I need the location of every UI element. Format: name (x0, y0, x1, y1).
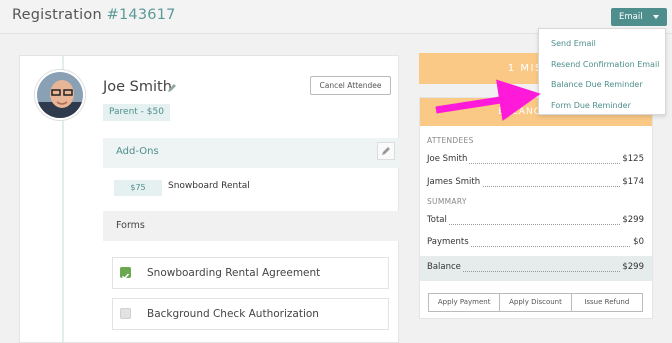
form-label: Background Check Authorization (147, 308, 319, 320)
attendee-line: Joe Smith $125 (427, 154, 644, 168)
cancel-attendee-button[interactable]: Cancel Attendee (310, 76, 391, 95)
email-dropdown-menu: Send Email Resend Confirmation Email Bal… (538, 28, 666, 115)
attendee-card: Joe Smith Parent - $50 Cancel Attendee A… (19, 55, 399, 343)
pencil-icon (382, 147, 390, 155)
line-label: James Smith (427, 177, 483, 187)
balance-row: Balance $299 (420, 256, 652, 281)
addons-title: Add-Ons (116, 146, 159, 157)
menu-item-send-email[interactable]: Send Email (539, 34, 665, 55)
form-item[interactable]: Background Check Authorization (112, 298, 389, 330)
attendee-line: James Smith $174 (427, 177, 644, 191)
page-title: Registration #143617 (12, 7, 176, 23)
ticket-badge: Parent - $50 (103, 104, 170, 121)
line-label: Total (427, 215, 449, 225)
attendee-name: Joe Smith (103, 79, 172, 95)
balance-panel: BALANCE DUE ATTENDEES Joe Smith $125 Jam… (419, 97, 653, 319)
balance-line: Balance $299 (427, 262, 644, 276)
line-value: $299 (620, 262, 644, 272)
pencil-icon[interactable] (167, 83, 177, 93)
edit-addons-button[interactable] (377, 142, 395, 160)
forms-title: Forms (116, 220, 145, 231)
avatar (35, 70, 85, 120)
menu-item-resend-confirmation[interactable]: Resend Confirmation Email (539, 55, 665, 76)
line-value: $0 (631, 237, 644, 247)
email-dropdown-button[interactable]: Email (611, 8, 667, 26)
form-item[interactable]: Snowboarding Rental Agreement (112, 257, 389, 289)
payments-line: Payments $0 (427, 237, 644, 251)
email-button-label: Email (619, 12, 643, 22)
menu-item-form-due-reminder[interactable]: Form Due Reminder (539, 96, 665, 117)
form-label: Snowboarding Rental Agreement (147, 267, 321, 279)
addons-section-header: Add-Ons (103, 138, 399, 168)
issue-refund-button[interactable]: Issue Refund (571, 293, 643, 312)
addon-name: Snowboard Rental (168, 181, 250, 191)
payment-actions: Apply Payment Apply Discount Issue Refun… (428, 293, 643, 312)
line-value: $299 (620, 215, 644, 225)
line-label: Payments (427, 237, 471, 247)
line-value: $125 (620, 154, 644, 164)
summary-heading: SUMMARY (427, 197, 467, 206)
line-label: Balance (427, 262, 463, 272)
check-icon (121, 273, 130, 280)
checkbox-unchecked[interactable] (120, 308, 131, 319)
menu-item-balance-due-reminder[interactable]: Balance Due Reminder (539, 75, 665, 96)
apply-payment-button[interactable]: Apply Payment (428, 293, 501, 312)
registration-number: #143617 (106, 7, 176, 23)
line-label: Joe Smith (427, 154, 470, 164)
forms-section-header: Forms (103, 211, 399, 241)
line-value: $174 (620, 177, 644, 187)
title-text: Registration (12, 7, 102, 23)
apply-discount-button[interactable]: Apply Discount (500, 293, 572, 312)
total-line: Total $299 (427, 215, 644, 229)
addon-price: $75 (114, 180, 162, 196)
caret-down-icon (653, 15, 659, 19)
checkbox-checked[interactable] (120, 267, 131, 280)
attendees-heading: ATTENDEES (427, 136, 474, 145)
